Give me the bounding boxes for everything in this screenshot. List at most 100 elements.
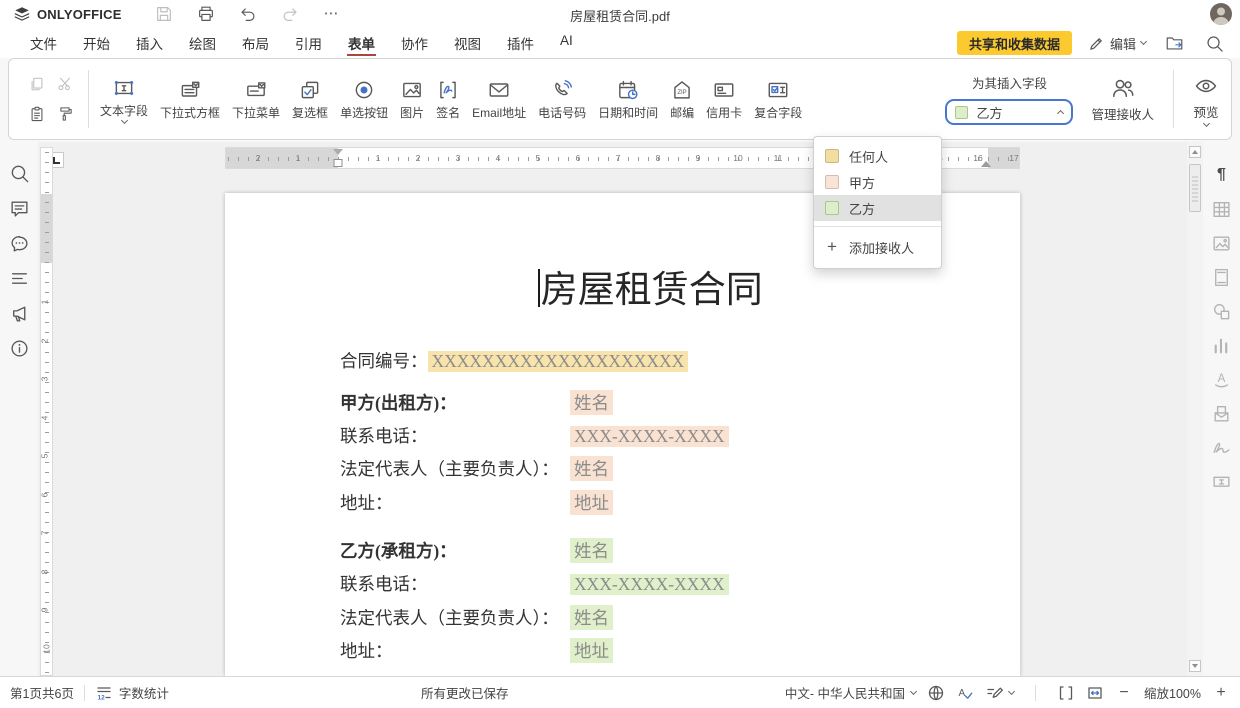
scrollbar-thumb[interactable]	[1189, 164, 1201, 212]
language-selector[interactable]: 中文- 中华人民共和国	[785, 683, 916, 702]
tab-file[interactable]: 文件	[29, 28, 58, 58]
role-option-anyone[interactable]: 任何人	[814, 143, 941, 169]
hanging-indent-marker[interactable]	[334, 159, 343, 167]
format-painter-button[interactable]	[53, 103, 77, 125]
role-option-party-b[interactable]: 乙方	[814, 195, 941, 221]
toolbar-separator	[88, 70, 89, 128]
preview-button[interactable]: 预览	[1189, 73, 1223, 126]
radio-button-label: 单选按钮	[340, 104, 388, 121]
copy-button[interactable]	[25, 73, 49, 95]
headings-navigation-button[interactable]	[6, 267, 32, 289]
signature-settings-button[interactable]	[1209, 436, 1235, 458]
combo-box-button[interactable]: 下拉式方框	[154, 74, 226, 125]
zoom-in-button[interactable]: +	[1212, 685, 1230, 701]
contract-number-row: 合同编号： XXXXXXXXXXXXXXXXXXXX	[340, 348, 688, 373]
dropdown-list-button[interactable]: 下拉菜单	[226, 74, 286, 125]
document-language-button[interactable]	[927, 684, 945, 702]
party-a-representative-field[interactable]: 姓名	[570, 456, 613, 481]
complex-field-button[interactable]: 复合字段	[748, 74, 808, 125]
feedback-button[interactable]	[6, 302, 32, 324]
party-b-name-field[interactable]: 姓名	[570, 538, 613, 563]
zoom-out-button[interactable]: −	[1115, 685, 1133, 701]
edit-mode-label: 编辑	[1110, 34, 1136, 53]
share-collect-data-button[interactable]: 共享和收集数据	[957, 31, 1072, 55]
role-option-label: 任何人	[849, 147, 888, 166]
party-a-name-field[interactable]: 姓名	[570, 390, 613, 415]
redo-icon	[280, 4, 300, 24]
fit-page-button[interactable]	[1057, 684, 1075, 702]
party-b-representative-field[interactable]: 姓名	[570, 605, 613, 630]
tab-plugins[interactable]: 插件	[506, 28, 535, 58]
credit-card-button[interactable]: 信用卡	[700, 74, 748, 125]
chart-settings-button[interactable]	[1209, 334, 1235, 356]
fit-width-button[interactable]	[1086, 684, 1104, 702]
print-button[interactable]	[194, 3, 218, 25]
page-indicator-label: 第1页共6页	[10, 683, 74, 702]
email-address-label: Email地址	[472, 104, 526, 121]
table-settings-button[interactable]	[1209, 198, 1235, 220]
radio-button-button[interactable]: 单选按钮	[334, 74, 394, 125]
user-avatar[interactable]	[1210, 3, 1232, 25]
page-indicator[interactable]: 第1页共6页	[10, 683, 74, 702]
scroll-up-button[interactable]	[1189, 146, 1201, 158]
text-field-button[interactable]: 文本字段	[94, 72, 154, 127]
tab-references[interactable]: 引用	[294, 28, 323, 58]
vertical-scrollbar[interactable]	[1187, 142, 1203, 676]
contract-number-field[interactable]: XXXXXXXXXXXXXXXXXXXX	[428, 351, 689, 372]
shape-settings-button[interactable]	[1209, 300, 1235, 322]
svg-text:A: A	[1218, 373, 1226, 385]
date-time-button[interactable]: 日期和时间	[592, 74, 664, 125]
checkbox-button[interactable]: 复选框	[286, 74, 334, 125]
mail-merge-button[interactable]	[1209, 402, 1235, 424]
scroll-down-button[interactable]	[1189, 660, 1201, 672]
form-settings-button[interactable]	[1209, 470, 1235, 492]
role-option-party-a[interactable]: 甲方	[814, 169, 941, 195]
pilcrow-icon: ¶	[1217, 166, 1226, 184]
tab-ai[interactable]: AI	[559, 28, 574, 58]
more-quick-actions-button[interactable]: ⋯	[320, 3, 344, 25]
party-a-address-field[interactable]: 地址	[570, 490, 613, 515]
chat-button[interactable]	[6, 232, 32, 254]
table-icon	[1211, 199, 1232, 220]
tab-collaboration[interactable]: 协作	[400, 28, 429, 58]
phone-number-button[interactable]: 电话号码	[532, 74, 592, 125]
zoom-level-label[interactable]: 缩放100%	[1144, 683, 1201, 702]
email-address-button[interactable]: Email地址	[466, 74, 532, 125]
vertical-ruler[interactable]: 1 2 3 4 5 6 7 8 9 10	[40, 147, 53, 676]
recipient-role-combo[interactable]: 乙方	[945, 99, 1073, 125]
tab-insert[interactable]: 插入	[135, 28, 164, 58]
about-button[interactable]	[6, 337, 32, 359]
tab-layout[interactable]: 布局	[241, 28, 270, 58]
edit-mode-dropdown[interactable]: 编辑	[1088, 34, 1146, 53]
redo-button[interactable]	[278, 3, 302, 25]
tab-home[interactable]: 开始	[82, 28, 111, 58]
undo-button[interactable]	[236, 3, 260, 25]
manage-recipients-button[interactable]: 管理接收人	[1087, 75, 1158, 123]
paste-button[interactable]	[25, 103, 49, 125]
headings-icon	[9, 268, 30, 289]
image-settings-button[interactable]	[1209, 232, 1235, 254]
party-b-address-field[interactable]: 地址	[570, 638, 613, 663]
tab-view[interactable]: 视图	[453, 28, 482, 58]
image-button[interactable]: 图片	[394, 74, 430, 125]
party-a-phone-field[interactable]: XXX-XXXX-XXXX	[570, 426, 729, 447]
text-field-icon	[112, 76, 136, 100]
tab-forms[interactable]: 表单	[347, 28, 376, 58]
open-file-location-button[interactable]	[1162, 32, 1186, 54]
find-button[interactable]	[6, 162, 32, 184]
zip-code-button[interactable]: ZIP 邮编	[664, 74, 700, 125]
track-changes-button[interactable]	[985, 684, 1014, 702]
add-recipient-button[interactable]: + 添加接收人	[814, 232, 941, 262]
save-button[interactable]	[152, 3, 176, 25]
signature-button[interactable]: 签名	[430, 74, 466, 125]
search-button[interactable]	[1202, 32, 1226, 54]
paragraph-settings-button[interactable]: ¶	[1209, 164, 1235, 186]
spell-check-button[interactable]: A	[956, 684, 974, 702]
header-footer-settings-button[interactable]	[1209, 266, 1235, 288]
text-art-settings-button[interactable]: A	[1209, 368, 1235, 390]
party-b-phone-field[interactable]: XXX-XXXX-XXXX	[570, 574, 729, 595]
cut-button[interactable]	[53, 73, 77, 95]
tab-draw[interactable]: 绘图	[188, 28, 217, 58]
word-count-button[interactable]: 12 字数统计	[95, 683, 169, 702]
comments-button[interactable]	[6, 197, 32, 219]
